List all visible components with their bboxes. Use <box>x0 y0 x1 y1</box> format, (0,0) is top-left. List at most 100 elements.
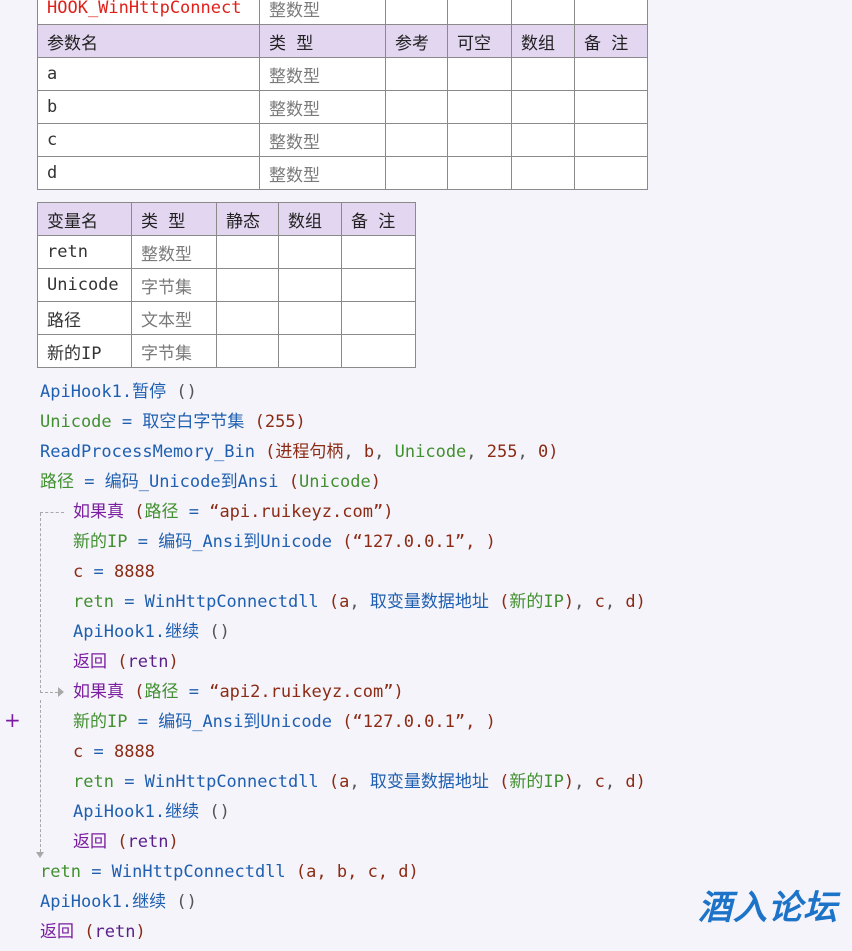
cell-empty[interactable] <box>385 57 448 91</box>
token-arg: 255 <box>486 442 518 462</box>
code-line-continue[interactable]: ApiHook1.继续 () <box>73 618 230 646</box>
cell-empty[interactable] <box>574 90 648 124</box>
cell-empty[interactable] <box>341 334 416 368</box>
var-type[interactable]: 字节集 <box>131 334 217 368</box>
param-type[interactable]: 整数型 <box>259 156 386 190</box>
var-type[interactable]: 整数型 <box>131 235 217 269</box>
token-fn: ReadProcessMemory_Bin <box>40 442 255 462</box>
cell-empty[interactable] <box>385 156 448 190</box>
token-object: ApiHook1 <box>73 802 155 822</box>
var-name[interactable]: 新的IP <box>37 334 132 368</box>
var-name[interactable]: retn <box>37 235 132 269</box>
cell-empty[interactable] <box>511 90 575 124</box>
token-var: retn <box>40 862 81 882</box>
code-line-return[interactable]: 返回 (retn) <box>73 648 179 676</box>
token-fn: 取空白字节集 <box>142 412 245 432</box>
token-object: ApiHook1 <box>40 892 122 912</box>
cell-empty[interactable] <box>341 268 416 302</box>
code-line-retn-connect[interactable]: retn = WinHttpConnectdll (a, 取变量数据地址 (新的… <box>73 588 646 616</box>
code-line-pause[interactable]: ApiHook1.暂停 () <box>40 378 197 406</box>
code-line-unicode-assign[interactable]: Unicode = 取空白字节集 (255) <box>40 408 306 436</box>
cell-empty[interactable] <box>216 301 279 335</box>
code-line-if1[interactable]: 如果真 (路径 = “api.ruikeyz.com”) <box>73 498 393 526</box>
code-line-if2[interactable]: 如果真 (路径 = “api2.ruikeyz.com”) <box>73 678 404 706</box>
cell-empty[interactable] <box>447 90 512 124</box>
var-name[interactable]: 路径 <box>37 301 132 335</box>
cell-empty[interactable] <box>385 90 448 124</box>
cell-empty[interactable] <box>574 156 648 190</box>
token-method: 继续 <box>165 622 200 642</box>
header-param-name: 参数名 <box>37 24 260 58</box>
cell-empty[interactable] <box>278 268 342 302</box>
var-type[interactable]: 字节集 <box>131 268 217 302</box>
code-line-retn-default[interactable]: retn = WinHttpConnectdll (a, b, c, d) <box>40 858 419 886</box>
code-line-continue[interactable]: ApiHook1.继续 () <box>73 798 230 826</box>
cell-empty[interactable] <box>574 0 648 25</box>
cell-empty[interactable] <box>447 123 512 157</box>
cell-empty[interactable] <box>447 57 512 91</box>
var-name[interactable]: Unicode <box>37 268 132 302</box>
function-name[interactable]: HOOK_WinHttpConnect <box>37 0 260 25</box>
cell-empty[interactable] <box>216 235 279 269</box>
code-line-return[interactable]: 返回 (retn) <box>73 828 179 856</box>
token-keyword: 如果真 <box>73 502 124 522</box>
token-paren: ( <box>254 442 276 462</box>
cell-empty[interactable] <box>447 156 512 190</box>
cell-empty[interactable] <box>511 123 575 157</box>
cell-empty[interactable] <box>341 301 416 335</box>
cell-empty[interactable] <box>511 156 575 190</box>
header-nullable: 可空 <box>447 24 512 58</box>
cell-empty[interactable] <box>278 301 342 335</box>
cell-empty[interactable] <box>511 0 575 25</box>
cell-empty[interactable] <box>278 334 342 368</box>
token-keyword: 返回 <box>73 652 107 672</box>
code-line-continue[interactable]: ApiHook1.继续 () <box>40 888 197 916</box>
param-name[interactable]: b <box>37 90 260 124</box>
token-args: () <box>166 382 197 402</box>
param-name[interactable]: a <box>37 57 260 91</box>
var-type[interactable]: 文本型 <box>131 301 217 335</box>
cell-empty[interactable] <box>574 57 648 91</box>
code-line-c-assign[interactable]: c = 8888 <box>73 738 155 766</box>
params-table: HOOK_WinHttpConnect 整数型 参数名 类 型 参考 可空 数组… <box>37 0 648 190</box>
token-paren: ) <box>408 862 419 882</box>
param-type[interactable]: 整数型 <box>259 123 386 157</box>
token-op: = <box>127 712 159 732</box>
cell-empty[interactable] <box>385 0 448 25</box>
token-paren: ) <box>393 682 404 702</box>
param-type[interactable]: 整数型 <box>259 57 386 91</box>
cell-empty[interactable] <box>447 0 512 25</box>
token-paren: ) <box>168 652 179 672</box>
code-line-c-assign[interactable]: c = 8888 <box>73 558 155 586</box>
token-arg: d <box>625 592 636 612</box>
token-var: c <box>73 562 84 582</box>
token-arg: 新的IP <box>509 772 564 792</box>
code-line-path-assign[interactable]: 路径 = 编码_Unicode到Ansi (Unicode) <box>40 468 381 496</box>
code-line-newip-assign[interactable]: 新的IP = 编码_Ansi到Unicode (“127.0.0.1”, ) <box>73 528 496 556</box>
cell-empty[interactable] <box>511 57 575 91</box>
token-arg: 新的IP <box>509 592 564 612</box>
cell-empty[interactable] <box>216 268 279 302</box>
code-line-newip-assign[interactable]: 新的IP = 编码_Ansi到Unicode (“127.0.0.1”, ) <box>73 708 496 736</box>
token-fn: 取变量数据地址 <box>369 592 489 612</box>
token-op: = <box>111 412 143 432</box>
token-var: 路径 <box>144 682 179 702</box>
token-paren: ( <box>107 832 128 852</box>
token-op: = <box>83 562 114 582</box>
function-return-type[interactable]: 整数型 <box>259 0 386 25</box>
code-line-retn-connect[interactable]: retn = WinHttpConnectdll (a, 取变量数据地址 (新的… <box>73 768 646 796</box>
header-array: 数组 <box>511 24 575 58</box>
cell-empty[interactable] <box>385 123 448 157</box>
token-paren: ) <box>135 922 146 942</box>
code-line-return[interactable]: 返回 (retn) <box>40 918 146 946</box>
cell-empty[interactable] <box>278 235 342 269</box>
param-name[interactable]: c <box>37 123 260 157</box>
param-type[interactable]: 整数型 <box>259 90 386 124</box>
param-name[interactable]: d <box>37 156 260 190</box>
gutter-add-icon[interactable]: + <box>4 708 21 732</box>
cell-empty[interactable] <box>216 334 279 368</box>
code-line-readprocessmemory[interactable]: ReadProcessMemory_Bin (进程句柄, b, Unicode,… <box>40 438 558 466</box>
cell-empty[interactable] <box>341 235 416 269</box>
token-paren: ( <box>285 862 307 882</box>
cell-empty[interactable] <box>574 123 648 157</box>
